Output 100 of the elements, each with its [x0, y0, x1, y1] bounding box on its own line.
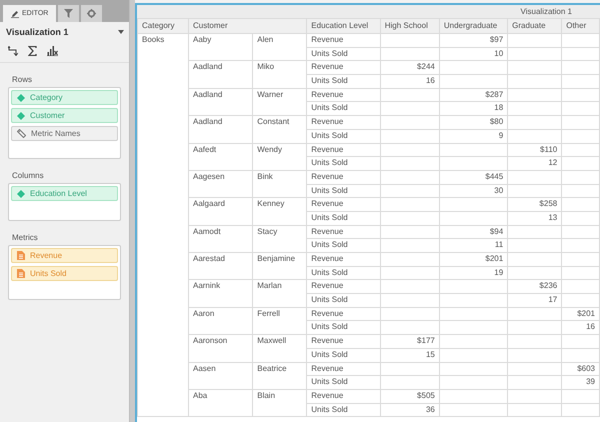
table-cell: Revenue [306, 34, 380, 48]
table-cell: Alen [252, 34, 307, 61]
table-cell: 30 [439, 184, 508, 198]
column-header: Category [138, 18, 188, 34]
table-cell: Units Sold [306, 266, 380, 280]
table-cell: 13 [508, 211, 562, 226]
table-cell: Aaron [188, 307, 253, 335]
table-cell: Blain [252, 389, 307, 417]
table-cell: $258 [508, 198, 562, 212]
table-cell: Units Sold [306, 320, 380, 335]
column-header: Graduate [508, 18, 562, 34]
table-cell: Revenue [306, 307, 380, 321]
table-cell: 19 [439, 266, 508, 280]
table-cell: Units Sold [306, 294, 380, 308]
table-cell: Aasen [188, 362, 253, 390]
table-cell: Aba [188, 389, 253, 417]
table-cell: 15 [380, 348, 440, 362]
table-cell: Revenue [306, 143, 380, 157]
swap-axes-icon[interactable] [8, 46, 18, 56]
table-cell: Bink [252, 170, 307, 198]
table-cell: Revenue [306, 362, 380, 376]
table-cell: $80 [439, 116, 508, 130]
table-cell: Revenue [306, 389, 380, 404]
table-cell: $236 [508, 280, 562, 294]
table-cell: Revenue [306, 252, 380, 266]
table-cell: Books [138, 34, 188, 417]
caret-icon[interactable] [118, 30, 124, 34]
table-cell: Aadland [188, 116, 253, 143]
bar-chart-icon[interactable] [47, 46, 58, 56]
diamond-icon [17, 190, 25, 198]
table-cell: Units Sold [306, 156, 380, 170]
table-cell: Aaby [188, 34, 253, 61]
table-cell: 12 [508, 156, 562, 170]
visualization-title: Visualization 1 [520, 7, 572, 16]
table-cell: $445 [439, 170, 508, 184]
diamond-icon [17, 112, 25, 120]
table-cell: $201 [439, 252, 508, 266]
table-cell: Units Sold [306, 403, 380, 417]
table-cell: Revenue [306, 198, 380, 212]
table-cell: 16 [562, 320, 600, 335]
table-cell: Ferrell [252, 307, 307, 335]
table-cell: 18 [439, 102, 508, 116]
field-pill[interactable]: Units Sold [11, 266, 118, 281]
field-pill[interactable]: Education Level [11, 186, 118, 201]
table-cell: Aafedt [188, 143, 253, 170]
tag-icon [17, 129, 26, 138]
field-pill[interactable]: Revenue [11, 248, 118, 263]
filter-tab[interactable] [58, 5, 80, 22]
table-cell: $287 [439, 88, 508, 102]
zone-label: Metrics [11, 232, 39, 244]
table-cell: $244 [380, 60, 440, 75]
table-cell: Wendy [252, 143, 307, 170]
field-pill[interactable]: Category [11, 90, 118, 105]
table-cell: Aadland [188, 60, 253, 88]
field-pill[interactable]: Customer [11, 108, 118, 123]
table-cell: 17 [508, 294, 562, 308]
table-cell: $177 [380, 334, 440, 348]
table-cell: Revenue [306, 60, 380, 75]
table-cell: Units Sold [306, 238, 380, 252]
table-cell: Revenue [306, 116, 380, 130]
table-cell: $110 [508, 143, 562, 157]
field-pill[interactable]: Metric Names [11, 126, 118, 141]
sigma-icon[interactable] [28, 46, 37, 56]
table-cell: Aarestad [188, 252, 253, 280]
table-cell: 36 [380, 403, 440, 417]
diamond-icon [17, 94, 25, 102]
column-header: Other [562, 18, 600, 34]
table-cell: Units Sold [306, 348, 380, 362]
table-cell: Constant [252, 116, 307, 143]
column-header: High School [380, 18, 440, 34]
table-cell: 10 [439, 47, 508, 61]
column-header: Education Level [306, 18, 380, 34]
column-header: Undergraduate [439, 18, 508, 34]
table-cell: Revenue [306, 225, 380, 239]
zone-label: Rows [11, 74, 34, 86]
table-cell: Units Sold [306, 376, 380, 390]
drop-zone[interactable]: Category Customer Metric Names [8, 87, 121, 159]
drop-zone[interactable]: Education Level [8, 183, 121, 221]
table-cell: $505 [380, 389, 440, 404]
settings-tab[interactable] [81, 5, 102, 22]
table-cell: 11 [439, 238, 508, 252]
table-cell: Aagesen [188, 170, 253, 198]
table-cell: Maxwell [252, 334, 307, 362]
table-cell: Aadland [188, 88, 253, 116]
settings-icon [87, 9, 96, 18]
table-cell: Aamodt [188, 225, 253, 252]
table-cell: Stacy [252, 225, 307, 252]
metric-icon [17, 269, 25, 278]
table-cell: $94 [439, 225, 508, 239]
table-cell: Units Sold [306, 47, 380, 61]
pencil-icon [11, 10, 19, 18]
table-cell: Miko [252, 60, 307, 88]
table-cell: Revenue [306, 88, 380, 102]
table-cell: Kenney [252, 198, 307, 226]
table-cell: Units Sold [306, 74, 380, 88]
column-header: Customer [188, 18, 307, 34]
table-cell: Units Sold [306, 129, 380, 143]
table-cell: Aarnink [188, 280, 253, 308]
table-cell: Revenue [306, 280, 380, 294]
drop-zone[interactable]: Revenue Units Sold [8, 245, 121, 300]
